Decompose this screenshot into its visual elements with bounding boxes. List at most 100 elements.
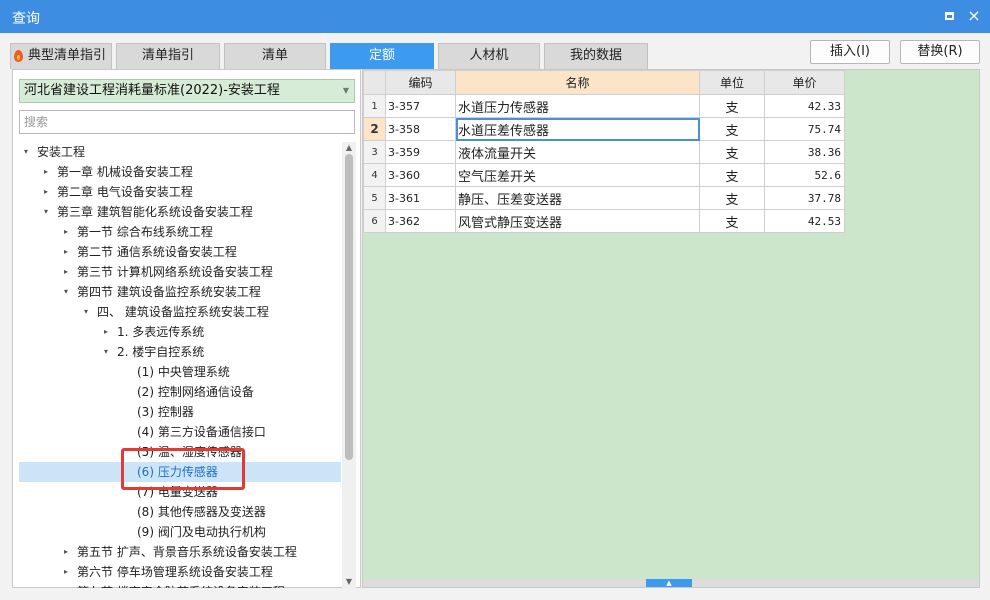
tree-node[interactable]: (4) 第三方设备通信接口 — [19, 422, 341, 442]
unit-cell[interactable]: 支 — [699, 117, 765, 141]
tab-labor-material-machine[interactable]: 人材机 — [438, 43, 540, 69]
unit-cell[interactable]: 支 — [699, 140, 765, 164]
header-unit[interactable]: 单位 — [699, 70, 765, 95]
tree-node-label: (4) 第三方设备通信接口 — [137, 425, 266, 439]
name-cell[interactable]: 水道压差传感器 — [455, 117, 700, 141]
library-select[interactable]: 河北省建设工程消耗量标准(2022)-安装工程 ▼ — [19, 79, 355, 103]
price-cell[interactable]: 75.74 — [764, 117, 845, 141]
unit-cell[interactable]: 支 — [699, 163, 765, 187]
tab-list[interactable]: 清单 — [224, 43, 326, 69]
expand-arrow-icon[interactable]: ▾ — [41, 202, 51, 222]
code-cell[interactable]: 3-359 — [385, 140, 456, 164]
collapse-arrow-icon[interactable]: ▸ — [101, 322, 111, 342]
tree-node[interactable]: ▸ 第一章 机械设备安装工程 — [19, 162, 341, 182]
tree-node-label: (1) 中央管理系统 — [137, 365, 230, 379]
code-cell[interactable]: 3-361 — [385, 186, 456, 210]
collapse-arrow-icon[interactable]: ▸ — [61, 242, 71, 262]
expand-arrow-icon[interactable]: ▾ — [81, 302, 91, 322]
table-row[interactable]: 2 3-358 水道压差传感器支 75.74 — [363, 117, 845, 141]
code-cell[interactable]: 3-358 — [385, 117, 456, 141]
name-cell[interactable]: 风管式静压变送器 — [455, 209, 700, 233]
library-select-value: 河北省建设工程消耗量标准(2022)-安装工程 — [24, 83, 280, 98]
name-cell[interactable]: 水道压力传感器 — [455, 94, 700, 118]
tree-node[interactable]: ▸ 第六节 停车场管理系统设备安装工程 — [19, 562, 341, 582]
code-cell[interactable]: 3-360 — [385, 163, 456, 187]
table-row[interactable]: 6 3-362 风管式静压变送器支 42.53 — [363, 209, 845, 233]
header-price[interactable]: 单价 — [764, 70, 845, 95]
header-name[interactable]: 名称 — [455, 70, 700, 95]
code-cell[interactable]: 3-362 — [385, 209, 456, 233]
unit-cell[interactable]: 支 — [699, 186, 765, 210]
horizontal-scrollbar[interactable]: ▲ — [363, 579, 979, 587]
tree-node[interactable]: ▸ 第二章 电气设备安装工程 — [19, 182, 341, 202]
collapse-arrow-icon[interactable]: ▸ — [41, 162, 51, 182]
tree-node-label: 第二节 通信系统设备安装工程 — [77, 245, 237, 259]
tab-quota[interactable]: 定额 — [330, 43, 434, 69]
row-number[interactable]: 2 — [363, 117, 386, 141]
collapse-arrow-icon[interactable]: ▸ — [61, 562, 71, 582]
unit-cell[interactable]: 支 — [699, 209, 765, 233]
window-titlebar: 查询 × — [0, 0, 990, 33]
tree-node[interactable]: (8) 其他传感器及变送器 — [19, 502, 341, 522]
row-number[interactable]: 4 — [363, 163, 386, 187]
table-row[interactable]: 1 3-357 水道压力传感器支 42.33 — [363, 94, 845, 118]
tree-node[interactable]: ▸ 1. 多表远传系统 — [19, 322, 341, 342]
collapse-arrow-icon[interactable]: ▸ — [61, 262, 71, 282]
collapse-arrow-icon[interactable]: ▸ — [61, 222, 71, 242]
replace-button[interactable]: 替换(R) — [900, 40, 980, 64]
insert-button[interactable]: 插入(I) — [810, 40, 890, 64]
table-row[interactable]: 3 3-359 液体流量开关支 38.36 — [363, 140, 845, 164]
tree-node[interactable]: (9) 阀门及电动执行机构 — [19, 522, 341, 542]
splitter-grip-icon[interactable]: ▲ — [646, 579, 692, 587]
scroll-thumb[interactable] — [345, 154, 353, 460]
row-number[interactable]: 5 — [363, 186, 386, 210]
expand-arrow-icon[interactable]: ▾ — [21, 142, 31, 162]
tree-node-label: (3) 控制器 — [137, 405, 194, 419]
collapse-arrow-icon[interactable]: ▸ — [61, 582, 71, 588]
result-panel: 编码 名称 单位 单价 1 3-357 水道压力传感器支 42.33 2 3-358 水道压… — [362, 69, 980, 588]
tree-node[interactable]: (3) 控制器 — [19, 402, 341, 422]
price-cell[interactable]: 38.36 — [764, 140, 845, 164]
tree-node[interactable]: ▸ 第一节 综合布线系统工程 — [19, 222, 341, 242]
row-number[interactable]: 1 — [363, 94, 386, 118]
tree-scrollbar[interactable]: ▲ ▼ — [342, 142, 356, 588]
unit-cell[interactable]: 支 — [699, 94, 765, 118]
row-number[interactable]: 6 — [363, 209, 386, 233]
name-cell[interactable]: 液体流量开关 — [455, 140, 700, 164]
close-button[interactable]: × — [966, 8, 982, 24]
expand-arrow-icon[interactable]: ▾ — [61, 282, 71, 302]
name-cell[interactable]: 静压、压差变送器 — [455, 186, 700, 210]
tree-node[interactable]: ▾ 安装工程 — [19, 142, 341, 162]
tree-node[interactable]: ▸ 第三节 计算机网络系统设备安装工程 — [19, 262, 341, 282]
tree-node[interactable]: ▸ 第七节 楼宇安全防范系统设备安装工程 — [19, 582, 341, 588]
price-cell[interactable]: 42.33 — [764, 94, 845, 118]
tab-label: 清单 — [261, 48, 288, 63]
row-number[interactable]: 3 — [363, 140, 386, 164]
expand-arrow-icon[interactable]: ▾ — [101, 342, 111, 362]
code-cell[interactable]: 3-357 — [385, 94, 456, 118]
collapse-arrow-icon[interactable]: ▸ — [41, 182, 51, 202]
tree-node[interactable]: ▸ 第二节 通信系统设备安装工程 — [19, 242, 341, 262]
price-cell[interactable]: 52.6 — [764, 163, 845, 187]
price-cell[interactable]: 37.78 — [764, 186, 845, 210]
tree-node[interactable]: ▾ 四、 建筑设备监控系统安装工程 — [19, 302, 341, 322]
tree-node[interactable]: ▾ 第四节 建筑设备监控系统安装工程 — [19, 282, 341, 302]
name-cell[interactable]: 空气压差开关 — [455, 163, 700, 187]
scroll-up-icon[interactable]: ▲ — [342, 142, 356, 154]
tree-node[interactable]: ▸ 第五节 扩声、背景音乐系统设备安装工程 — [19, 542, 341, 562]
header-code[interactable]: 编码 — [385, 70, 456, 95]
search-input[interactable]: 搜索 — [19, 110, 355, 134]
tree-node[interactable]: (1) 中央管理系统 — [19, 362, 341, 382]
tree-node[interactable]: ▾ 第三章 建筑智能化系统设备安装工程 — [19, 202, 341, 222]
scroll-down-icon[interactable]: ▼ — [342, 576, 356, 588]
tab-typical-list-guide[interactable]: 典型清单指引 — [10, 43, 112, 69]
tree-node[interactable]: (2) 控制网络通信设备 — [19, 382, 341, 402]
tab-my-data[interactable]: 我的数据 — [544, 43, 648, 69]
tab-list-guide[interactable]: 清单指引 — [116, 43, 220, 69]
price-cell[interactable]: 42.53 — [764, 209, 845, 233]
tree-node[interactable]: ▾ 2. 楼宇自控系统 — [19, 342, 341, 362]
table-row[interactable]: 5 3-361 静压、压差变送器支 37.78 — [363, 186, 845, 210]
collapse-arrow-icon[interactable]: ▸ — [61, 542, 71, 562]
table-row[interactable]: 4 3-360 空气压差开关支 52.6 — [363, 163, 845, 187]
restore-button[interactable] — [941, 8, 957, 24]
